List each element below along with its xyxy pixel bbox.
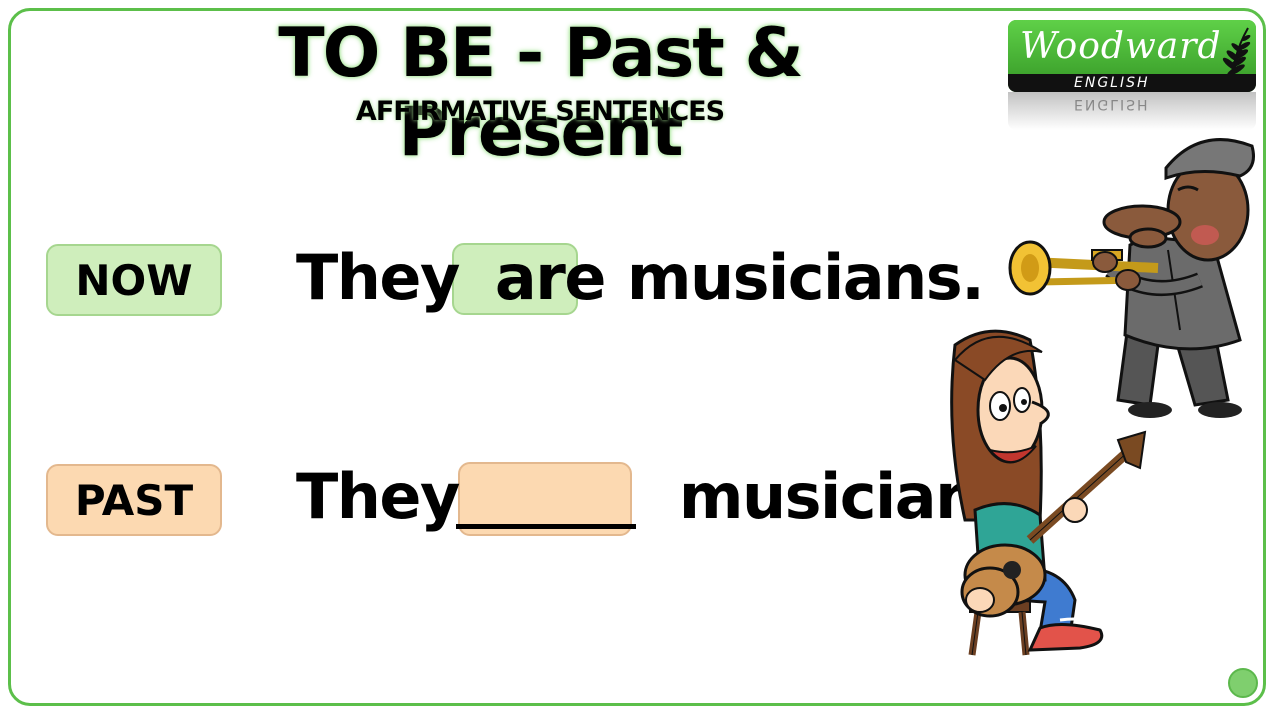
now-label: NOW [46,244,222,316]
sentence-verb: are [494,241,606,314]
present-sentence: They are musicians. [296,241,985,314]
sentence-complement: musicians. [626,241,985,314]
sentence-subject: They [296,241,460,314]
logo-reflection: ENGLISH [1008,92,1256,130]
badge-icon [1228,668,1258,698]
page-title: TO BE - Past & Present [278,14,804,172]
past-label: PAST [46,464,222,536]
page-subtitle: AFFIRMATIVE SENTENCES [355,96,725,127]
woodward-logo: Woodward ENGLISH [1008,20,1256,92]
logo-name: Woodward [1020,26,1222,67]
logo-reflection-text: ENGLISH [1074,96,1150,112]
past-sentence: They musicians. [296,460,1037,533]
sentence-complement: musicians. [678,460,1037,533]
sentence-subject: They [296,460,460,533]
logo-tagline: ENGLISH [1074,75,1150,91]
